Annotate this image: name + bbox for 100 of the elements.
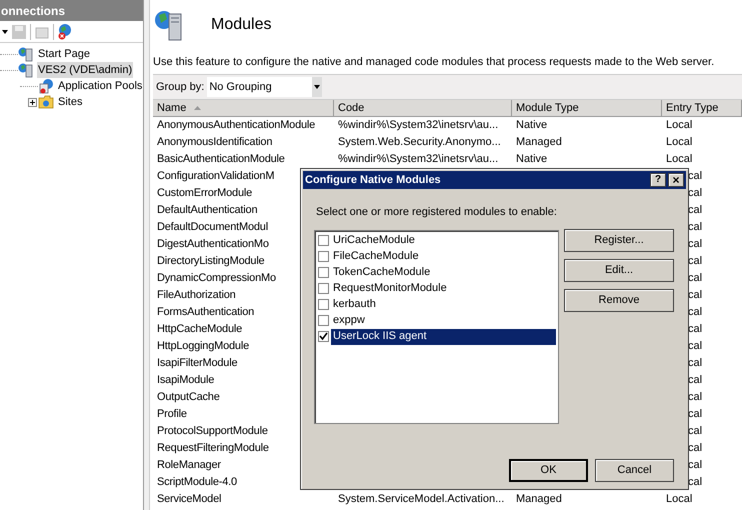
table-cell-text: cal xyxy=(687,339,702,354)
table-cell-text: AnonymousAuthenticationModule xyxy=(156,118,316,134)
table-cell-text: RequestFilteringModule xyxy=(156,441,270,456)
module-list[interactable]: UriCacheModule FileCacheModule TokenCacheModule RequestMonitorModule kerbauth exppw UserLock IIS agent xyxy=(314,230,559,424)
table-cell-text: Managed xyxy=(515,135,563,150)
table-cell-text: cal xyxy=(687,407,702,422)
table-cell-text: cal xyxy=(687,169,702,184)
checkbox[interactable] xyxy=(318,235,329,246)
dialog-side-button[interactable]: Register... xyxy=(564,228,674,252)
table-cell-text: cal xyxy=(687,390,702,406)
module-item[interactable]: exppw xyxy=(331,312,556,328)
table-cell-text: cal xyxy=(687,237,702,252)
module-item[interactable]: UserLock IIS agent xyxy=(331,328,556,344)
table-cell-text: IsapiFilterModule xyxy=(156,356,238,372)
table-cell-text: System.ServiceModel.Activation... xyxy=(337,492,506,508)
panel-header: onnections xyxy=(0,0,144,21)
disconnect-icon[interactable] xyxy=(57,23,74,40)
column-header[interactable]: Code xyxy=(334,100,512,116)
table-cell-text: cal xyxy=(687,288,702,304)
app-pool-icon xyxy=(38,78,54,94)
table-cell-text: IsapiModule xyxy=(156,373,216,388)
table-cell-text: BasicAuthenticationModule xyxy=(156,152,286,168)
checkbox[interactable] xyxy=(318,331,329,342)
table-cell-text: DynamicCompressionMo xyxy=(156,271,277,286)
table-cell-text: Local xyxy=(665,118,692,134)
table-cell-text: ConfigurationValidationM xyxy=(156,169,276,184)
tree-item[interactable]: VES2 (VDE\admin) xyxy=(37,62,134,78)
help-button[interactable]: ? xyxy=(650,173,666,187)
table-cell-text: cal xyxy=(687,186,702,202)
table-cell-text: System.Web.Security.Anonymo... xyxy=(337,135,502,150)
table-cell-text: Local xyxy=(665,152,692,168)
table-cell-text: Native xyxy=(515,118,548,134)
tree-item[interactable]: Sites xyxy=(57,94,84,110)
checkbox[interactable] xyxy=(318,251,329,262)
table-cell-text: HttpCacheModule xyxy=(156,322,244,338)
table-cell-text: cal xyxy=(687,441,702,456)
table-cell-text: cal xyxy=(687,254,702,270)
table-cell-text: Managed xyxy=(515,492,563,508)
table-cell-text: DefaultDocumentModul xyxy=(156,220,269,236)
checkbox[interactable] xyxy=(318,267,329,278)
table-cell-text: RoleManager xyxy=(156,458,222,474)
table-cell-text: cal xyxy=(687,458,702,474)
module-item[interactable]: UriCacheModule xyxy=(331,232,556,248)
server-icon xyxy=(18,46,34,62)
table-cell-text: Local xyxy=(665,135,692,150)
table-cell-text: CustomErrorModule xyxy=(156,186,254,202)
table-cell-text: Profile xyxy=(156,407,188,422)
table-cell-text: ScriptModule-4.0 xyxy=(156,475,238,490)
dialog-side-button[interactable]: Edit... xyxy=(564,258,674,282)
page-description: Use this feature to configure the native and managed code modules that process requests made to the Web server. xyxy=(153,54,716,70)
module-item[interactable]: TokenCacheModule xyxy=(331,264,556,280)
dialog-instruction: Select one or more registered modules to enable: xyxy=(316,205,558,220)
sort-ascending-icon xyxy=(194,106,202,110)
table-cell-text: cal xyxy=(687,475,702,490)
table-cell-text: ProtocolSupportModule xyxy=(156,424,269,440)
table-cell-text: DigestAuthenticationMo xyxy=(156,237,270,252)
dialog-button[interactable]: OK xyxy=(509,458,588,482)
folder-icon xyxy=(38,95,54,109)
table-cell-text: DirectoryListingModule xyxy=(156,254,266,270)
dialog-title: Configure Native Modules xyxy=(305,172,441,188)
dropdown-caret-icon[interactable] xyxy=(2,30,8,34)
checkbox[interactable] xyxy=(318,315,329,326)
table-cell-text: cal xyxy=(687,271,702,286)
close-button[interactable]: × xyxy=(668,173,684,187)
checkbox[interactable] xyxy=(318,283,329,294)
module-item[interactable]: kerbauth xyxy=(331,296,556,312)
table-cell-text: cal xyxy=(687,322,702,338)
table-cell-text: ServiceModel xyxy=(156,492,222,508)
column-header[interactable]: Entry Type xyxy=(662,100,742,116)
expand-toggle[interactable] xyxy=(28,98,37,106)
table-cell-text: cal xyxy=(687,356,702,372)
table-cell-text: Local xyxy=(665,492,692,508)
module-item[interactable]: RequestMonitorModule xyxy=(331,280,556,296)
group-by-dropdown[interactable]: No Grouping xyxy=(207,77,322,97)
table-cell-text: FormsAuthentication xyxy=(156,305,256,320)
table-cell-text: Native xyxy=(515,152,548,168)
checkbox[interactable] xyxy=(318,299,329,310)
column-header[interactable]: Name xyxy=(153,100,334,116)
dialog-side-button[interactable]: Remove xyxy=(564,288,674,312)
dialog-button[interactable]: Cancel xyxy=(595,458,674,482)
table-cell-text: cal xyxy=(687,373,702,388)
table-cell-text: OutputCache xyxy=(156,390,221,406)
table-cell-text: cal xyxy=(687,203,702,218)
table-cell-text: DefaultAuthentication xyxy=(156,203,258,218)
table-cell-text: cal xyxy=(687,220,702,236)
dropdown-caret-icon xyxy=(314,85,320,89)
table-cell-text: cal xyxy=(687,305,702,320)
page-title: Modules xyxy=(210,15,272,35)
table-cell-text: %windir%\System32\inetsrv\au... xyxy=(337,118,500,134)
tree-item[interactable]: Start Page xyxy=(37,46,91,62)
group-by-label: Group by: xyxy=(156,80,204,95)
column-header[interactable]: Module Type xyxy=(512,100,662,116)
table-cell-text: FileAuthorization xyxy=(156,288,237,304)
table-cell-text: cal xyxy=(687,424,702,440)
table-cell-text: %windir%\System32\inetsrv\au... xyxy=(337,152,500,168)
tree-item[interactable]: Application Pools xyxy=(57,78,144,94)
table-cell-text: AnonymousIdentification xyxy=(156,135,274,150)
server-icon xyxy=(18,62,34,78)
table-cell-text: HttpLoggingModule xyxy=(156,339,250,354)
module-item[interactable]: FileCacheModule xyxy=(331,248,556,264)
